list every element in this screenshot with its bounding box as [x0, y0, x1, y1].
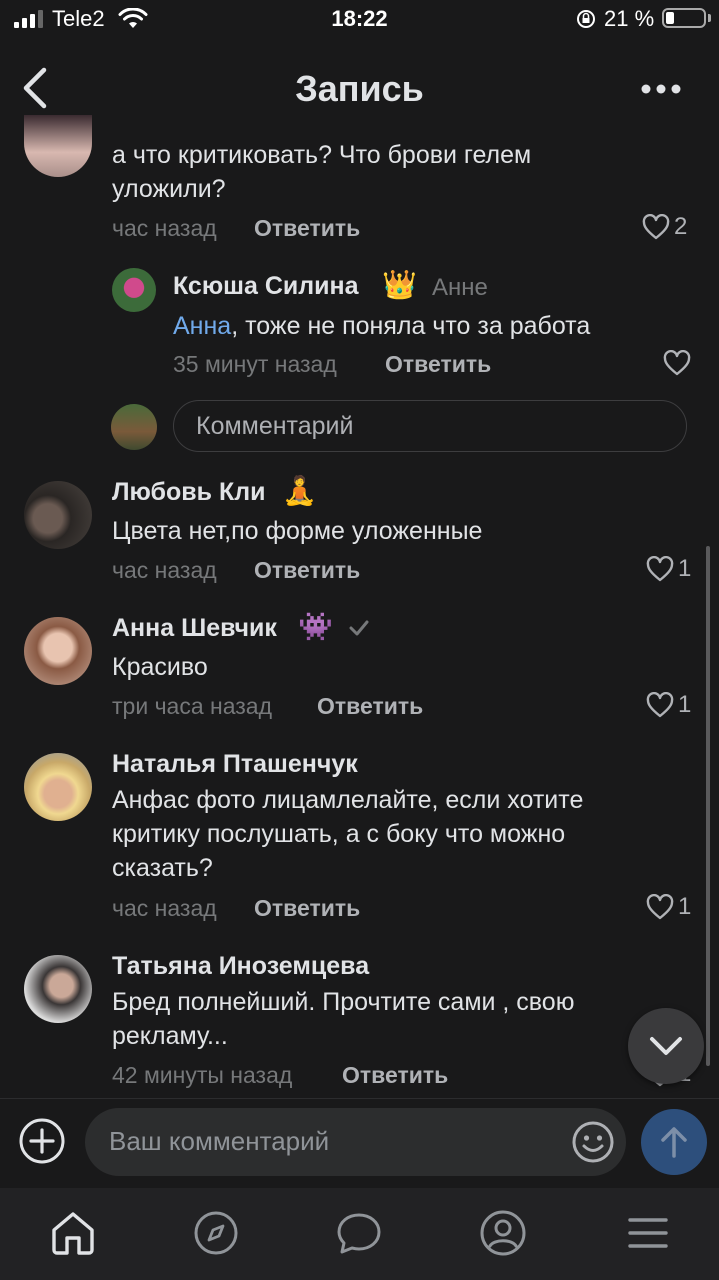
mention-link[interactable]: Анна: [173, 312, 231, 340]
status-bar: Tele2 18:22 21 %: [0, 0, 719, 44]
attach-button[interactable]: [18, 1117, 66, 1165]
emoji-button[interactable]: [570, 1119, 616, 1165]
reply-button[interactable]: Ответить: [342, 1062, 448, 1089]
like-count: 2: [674, 213, 688, 240]
crown-emoji: 👑: [382, 269, 417, 300]
comment-author[interactable]: Любовь Кли: [112, 478, 265, 507]
chevron-down-icon: [650, 1037, 682, 1055]
tab-home[interactable]: [48, 1208, 98, 1258]
like-button[interactable]: [663, 350, 691, 376]
my-avatar: [111, 404, 157, 450]
tab-discover[interactable]: [191, 1208, 241, 1258]
like-button[interactable]: 1: [646, 555, 691, 583]
reply-button[interactable]: Ответить: [385, 351, 491, 378]
like-button[interactable]: 1: [646, 691, 691, 719]
comment-author[interactable]: Наталья Пташенчук: [112, 750, 358, 779]
comment-time: час назад: [112, 215, 217, 241]
like-button[interactable]: 1: [646, 893, 691, 921]
comment-input[interactable]: Ваш комментарий: [85, 1108, 626, 1176]
comment-time: три часа назад: [112, 693, 273, 719]
thread-reply-input[interactable]: Комментарий: [173, 400, 687, 452]
comment-text: Бред полнейший. Прочтите сами , свою рек…: [112, 988, 575, 1050]
reply-button[interactable]: Ответить: [254, 895, 360, 922]
tab-messages[interactable]: [334, 1208, 384, 1258]
comment-text: Анна, тоже не поняла что за работа: [173, 312, 591, 340]
battery-level: [666, 12, 674, 24]
reply-button[interactable]: Ответить: [254, 557, 360, 584]
comment-time: час назад: [112, 557, 217, 583]
battery-percent: 21 %: [604, 6, 655, 31]
avatar[interactable]: [24, 955, 92, 1023]
like-count: 1: [678, 893, 692, 920]
like-count: 1: [678, 691, 692, 718]
heart-icon: [642, 214, 670, 240]
reply-button[interactable]: Ответить: [317, 693, 423, 720]
verified-check-icon: [349, 620, 369, 636]
scrollbar[interactable]: [706, 546, 710, 1066]
comment-text: Цвета нет,по форме уложенные: [112, 517, 483, 545]
like-button[interactable]: 2: [642, 213, 687, 241]
rotation-lock-icon: [577, 10, 595, 28]
tab-menu[interactable]: [623, 1208, 673, 1258]
heart-icon: [646, 692, 674, 718]
back-button[interactable]: [18, 66, 58, 110]
page-title: Запись: [295, 68, 424, 109]
comment-time: 35 минут назад: [173, 351, 337, 377]
comment-time: час назад: [112, 895, 217, 921]
avatar[interactable]: [24, 617, 92, 685]
comment-author[interactable]: Ксюша Силина: [173, 272, 359, 301]
heart-icon: [646, 556, 674, 582]
yoga-emoji: 🧘: [282, 475, 317, 506]
arrow-up-icon: [661, 1127, 687, 1158]
avatar[interactable]: [24, 481, 92, 549]
comment-text: а что критиковать? Что брови гелем уложи…: [112, 141, 532, 203]
avatar[interactable]: [112, 268, 156, 312]
avatar[interactable]: [24, 115, 92, 177]
alien-emoji: 👾: [298, 611, 333, 642]
send-button[interactable]: [641, 1109, 707, 1175]
tab-profile[interactable]: [478, 1208, 528, 1258]
more-options-button[interactable]: [636, 76, 686, 102]
comment-text: Красиво: [112, 653, 208, 681]
heart-icon: [646, 894, 674, 920]
like-count: 1: [678, 555, 692, 582]
comment-text: Анфас фото лицамлелайте, если хотите кри…: [112, 786, 584, 882]
comment-author[interactable]: Анна Шевчик: [112, 614, 277, 643]
comment-author[interactable]: Татьяна Иноземцева: [112, 952, 369, 981]
scroll-down-button[interactable]: [628, 1008, 704, 1084]
heart-icon: [663, 350, 691, 376]
avatar[interactable]: [24, 753, 92, 821]
reply-to[interactable]: Анне: [432, 274, 488, 302]
reply-button[interactable]: Ответить: [254, 215, 360, 242]
comment-time: 42 минуты назад: [112, 1062, 293, 1088]
